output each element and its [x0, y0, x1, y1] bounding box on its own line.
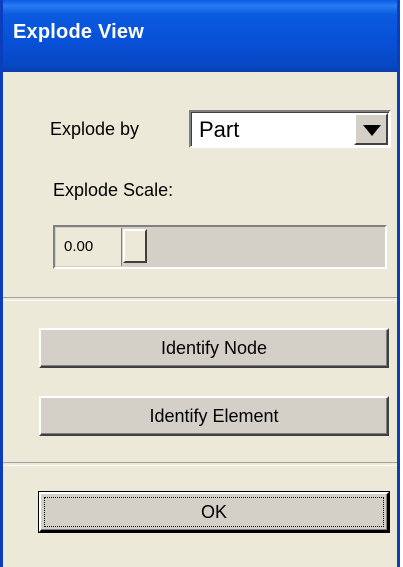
ok-label: OK	[200, 502, 227, 522]
identify-node-label: Identify Node	[160, 338, 268, 358]
explode-scale-value-box: 0.00	[56, 228, 122, 266]
identify-node-button[interactable]: Identify Node	[39, 328, 389, 368]
separator-top	[3, 297, 397, 301]
window-title: Explode View	[13, 21, 144, 43]
explode-by-select[interactable]: Part	[189, 110, 391, 148]
explode-by-selected-value: Part	[199, 117, 240, 142]
explode-scale-slider-thumb[interactable]	[123, 229, 147, 263]
explode-scale-slider[interactable]: 0.00	[53, 225, 387, 269]
explode-by-label: Explode by	[50, 119, 140, 139]
dropdown-button[interactable]	[354, 113, 388, 145]
separator-bottom	[3, 462, 397, 466]
identify-element-label: Identify Element	[149, 406, 279, 426]
ok-button[interactable]: OK	[38, 491, 390, 533]
chevron-down-icon	[363, 125, 381, 136]
explode-scale-value: 0.00	[64, 238, 94, 255]
explode-view-window: Explode View Explode by Part Explode Sca…	[0, 0, 400, 567]
title-bar[interactable]: Explode View	[3, 0, 397, 72]
identify-element-button[interactable]: Identify Element	[39, 396, 389, 436]
explode-scale-label: Explode Scale:	[53, 180, 174, 200]
